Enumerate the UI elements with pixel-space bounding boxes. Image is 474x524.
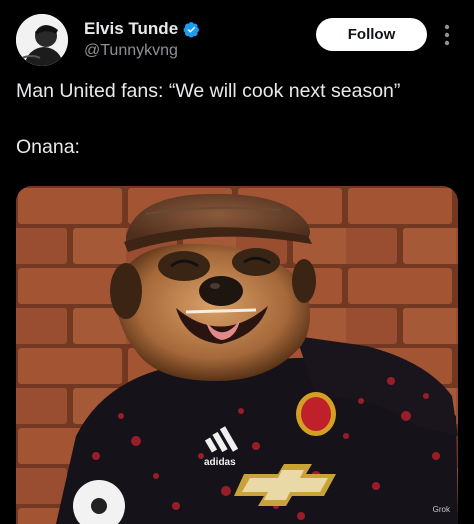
author-names: Elvis Tunde @Tunnykvng [84,17,200,60]
display-name-row: Elvis Tunde [84,17,200,41]
kit-brand-text: adidas [204,457,236,468]
more-vertical-icon[interactable] [439,20,455,50]
tweet-header: Elvis Tunde @Tunnykvng Follow [16,14,458,66]
image-watermark: Grok [432,505,450,514]
verified-badge-icon [183,21,200,38]
follow-button[interactable]: Follow [316,18,427,51]
tweet-text: Man United fans: “We will cook next seas… [16,78,464,160]
meerkat-photo: adidas [16,186,458,524]
avatar[interactable] [16,14,68,66]
avatar-user-icon [16,14,68,66]
tweet-text-line-2: Onana: [16,136,80,158]
tweet-media-image[interactable]: adidas Grok [16,186,458,524]
tweet-card: Elvis Tunde @Tunnykvng Follow Man United… [0,0,474,524]
author-handle[interactable]: @Tunnykvng [84,42,200,60]
display-name[interactable]: Elvis Tunde [84,19,178,39]
tweet-text-line-1: Man United fans: “We will cook next seas… [16,80,401,102]
